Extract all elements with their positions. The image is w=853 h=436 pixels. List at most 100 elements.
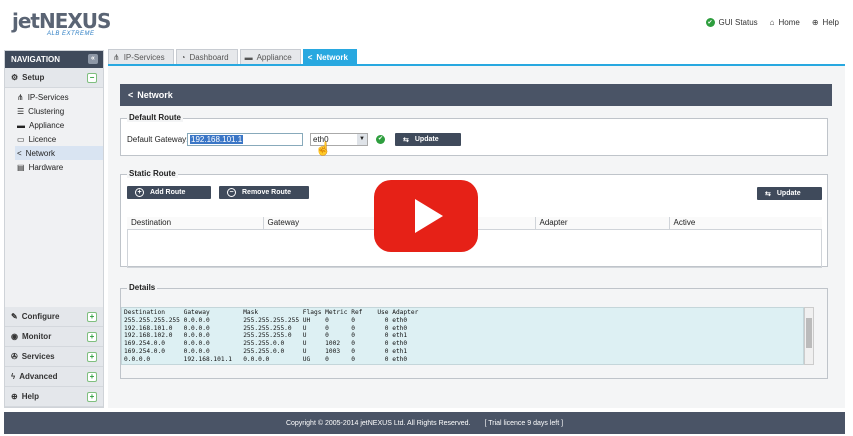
add-route-button[interactable]: + Add Route xyxy=(127,186,211,199)
copyright-text: Copyright © 2005-2014 jetNEXUS Ltd. All … xyxy=(285,419,471,427)
plus-icon[interactable]: + xyxy=(87,372,97,382)
network-icon: ⋔ xyxy=(17,92,24,102)
column-header-active[interactable]: Active xyxy=(669,217,822,230)
static-route-update-button[interactable]: ⇆ Update xyxy=(757,187,822,200)
tab-bar: ⋔ IP-Services ◔ Dashboard ▬ Appliance < Netw… xyxy=(108,49,357,65)
status-icon: ✔ xyxy=(705,18,715,27)
section-label: Services xyxy=(21,352,55,361)
plus-icon[interactable]: + xyxy=(87,392,97,402)
setup-items: ⋔ IP-Services ☰ Clustering ▬ Appliance ▭ Lic… xyxy=(5,88,103,174)
advanced-icon: ϟ xyxy=(11,372,16,381)
sidebar-item-hardware[interactable]: ▤ Hardware xyxy=(15,160,103,174)
sidebar-item-label: IP-Services xyxy=(27,92,69,102)
tab-dashboard[interactable]: ◔ Dashboard xyxy=(175,49,238,65)
chevron-down-icon[interactable]: ▼ xyxy=(357,134,367,145)
add-route-label: Add Route xyxy=(150,189,186,196)
nav-header: NAVIGATION « xyxy=(5,51,103,68)
home-link[interactable]: ⌂ Home xyxy=(770,18,800,27)
default-route-update-button[interactable]: ⇆ Update xyxy=(395,133,461,146)
appliance-icon: ▬ xyxy=(17,120,25,130)
top-bar: jetNEXUS ALB EXTREME ✔ GUI Status ⌂ Home… xyxy=(0,0,853,44)
sidebar-section-advanced[interactable]: ϟ Advanced + xyxy=(5,367,103,387)
sidebar-section-setup[interactable]: ⚙ Setup − xyxy=(5,68,103,88)
plus-icon[interactable]: + xyxy=(87,332,97,342)
sidebar-item-licence[interactable]: ▭ Licence xyxy=(15,132,103,146)
plus-icon[interactable]: + xyxy=(87,352,97,362)
share-icon: < xyxy=(307,52,313,62)
cluster-icon: ☰ xyxy=(17,106,25,116)
column-header-adapter[interactable]: Adapter xyxy=(535,217,670,230)
top-links: ✔ GUI Status ⌂ Home ⊕ Help xyxy=(705,18,839,27)
section-label: Advanced xyxy=(19,372,58,381)
sidebar-section-help[interactable]: ⊕ Help + xyxy=(5,387,103,407)
refresh-icon: ⇆ xyxy=(765,190,771,198)
page-title-text: Network xyxy=(137,90,173,100)
monitor-icon: ◉ xyxy=(11,332,18,341)
nav-title: NAVIGATION xyxy=(11,55,61,64)
lifebuoy-icon: ⊕ xyxy=(811,18,819,27)
licence-text: [ Trial licence 9 days left ] xyxy=(484,419,564,427)
share-icon: < xyxy=(128,90,134,100)
sidebar-item-clustering[interactable]: ☰ Clustering xyxy=(15,104,103,118)
footer: Copyright © 2005-2014 jetNEXUS Ltd. All … xyxy=(4,412,845,434)
gateway-label: Default Gateway: xyxy=(127,135,189,144)
update-label: Update xyxy=(414,136,439,143)
column-header-destination[interactable]: Destination xyxy=(127,217,264,230)
setup-label: Setup xyxy=(22,73,45,82)
sidebar-item-appliance[interactable]: ▬ Appliance xyxy=(15,118,103,132)
sidebar-item-label: Hardware xyxy=(28,162,64,172)
sidebar-item-label: Licence xyxy=(28,134,57,144)
route-details-output[interactable]: Destination Gateway Mask Flags Metric Re… xyxy=(121,307,804,365)
sidebar-item-label: Appliance xyxy=(29,120,65,130)
tab-network[interactable]: < Network xyxy=(302,49,357,65)
static-route-legend: Static Route xyxy=(127,169,178,178)
tab-label: Dashboard xyxy=(189,52,229,62)
sidebar: NAVIGATION « ⚙ Setup − ⋔ IP-Services ☰ Clu… xyxy=(4,50,104,408)
plus-icon[interactable]: + xyxy=(87,312,97,322)
tab-label: Network xyxy=(316,52,348,62)
default-route-section: Default Route Default Gateway: 192.168.1… xyxy=(120,113,828,156)
sidebar-section-services[interactable]: ✇ Services + xyxy=(5,347,103,367)
gateway-value: 192.168.101.1 xyxy=(190,135,244,144)
tab-ip-services[interactable]: ⋔ IP-Services xyxy=(108,49,174,65)
default-route-legend: Default Route xyxy=(127,113,183,122)
tab-appliance[interactable]: ▬ Appliance xyxy=(239,49,301,65)
configure-icon: ✎ xyxy=(11,312,18,321)
gui-status-link[interactable]: ✔ GUI Status xyxy=(705,18,758,27)
licence-icon: ▭ xyxy=(17,134,25,144)
gear-icon: ⚙ xyxy=(11,73,19,82)
section-label: Monitor xyxy=(21,332,52,341)
dashboard-icon: ◔ xyxy=(180,52,186,62)
sidebar-item-ip-services[interactable]: ⋔ IP-Services xyxy=(15,90,103,104)
remove-route-button[interactable]: − Remove Route xyxy=(219,186,309,199)
sidebar-bottom-sections: ✎ Configure + ◉ Monitor + ✇ Services + ϟ Advanc… xyxy=(5,307,103,407)
logo-subtitle: ALB EXTREME xyxy=(47,31,95,37)
section-label: Configure xyxy=(21,312,60,321)
tab-label: Appliance xyxy=(256,52,292,62)
refresh-icon: ⇆ xyxy=(403,136,409,144)
home-icon: ⌂ xyxy=(769,18,775,27)
tab-label: IP-Services xyxy=(123,52,165,62)
services-icon: ✇ xyxy=(11,352,18,361)
check-icon: ✔ xyxy=(376,135,385,144)
remove-route-label: Remove Route xyxy=(242,189,292,196)
plus-circle-icon: + xyxy=(135,188,144,197)
sidebar-section-monitor[interactable]: ◉ Monitor + xyxy=(5,327,103,347)
help-label: Help xyxy=(822,18,839,27)
hardware-icon: ▤ xyxy=(17,162,25,172)
sidebar-section-configure[interactable]: ✎ Configure + xyxy=(5,307,103,327)
home-label: Home xyxy=(778,18,800,27)
scrollbar-thumb[interactable] xyxy=(806,318,812,348)
minus-icon[interactable]: − xyxy=(87,73,97,83)
gateway-input[interactable]: 192.168.101.1 xyxy=(187,133,303,146)
help-link[interactable]: ⊕ Help xyxy=(812,18,839,27)
appliance-icon: ▬ xyxy=(244,52,253,62)
details-scrollbar[interactable] xyxy=(804,307,814,365)
section-label: Help xyxy=(21,392,40,401)
video-play-button[interactable] xyxy=(374,180,478,252)
network-icon: ⋔ xyxy=(113,52,120,62)
sidebar-item-label: Clustering xyxy=(28,106,65,116)
collapse-icon[interactable]: « xyxy=(88,54,98,64)
sidebar-item-network[interactable]: < Network xyxy=(15,146,103,160)
gui-status-label: GUI Status xyxy=(718,18,758,27)
